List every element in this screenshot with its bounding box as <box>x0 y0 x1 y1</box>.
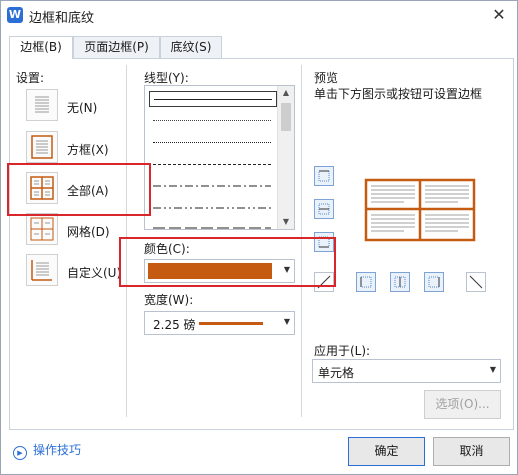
custom-border-icon[interactable] <box>26 254 58 286</box>
line-style-heading: 线型(Y): <box>144 71 189 85</box>
line-style-item[interactable] <box>149 201 275 215</box>
chevron-down-icon: ▼ <box>283 317 290 326</box>
chevron-down-icon: ▼ <box>489 365 496 374</box>
line-style-item[interactable] <box>149 135 275 149</box>
preset-box-label[interactable]: 方框(X) <box>67 141 109 158</box>
settings-heading: 设置: <box>16 71 45 85</box>
options-button[interactable]: 选项(O)... <box>424 390 501 419</box>
line-style-item[interactable] <box>149 91 277 107</box>
tab-borders[interactable]: 边框(B) <box>9 36 73 59</box>
preview-hint: 单击下方图示或按钮可设置边框 <box>314 87 483 101</box>
preview-table[interactable] <box>364 178 476 242</box>
title-bar: W 边框和底纹 ✕ <box>1 1 517 31</box>
bottom-border-button[interactable] <box>314 232 334 252</box>
cancel-button[interactable]: 取消 <box>433 437 510 466</box>
line-list-scrollbar[interactable]: ▲ ▼ <box>277 86 294 229</box>
preset-custom-label[interactable]: 自定义(U) <box>67 264 121 281</box>
no-border-icon[interactable] <box>26 89 58 121</box>
width-dropdown[interactable]: 2.25 磅 ▼ <box>144 311 295 335</box>
preset-all-label[interactable]: 全部(A) <box>67 182 109 199</box>
chevron-down-icon: ▼ <box>283 265 290 274</box>
box-border-icon[interactable] <box>26 131 58 163</box>
separator <box>126 65 127 417</box>
width-sample-line <box>199 322 263 325</box>
line-style-item[interactable] <box>149 113 275 127</box>
top-border-button[interactable] <box>314 166 334 186</box>
scroll-thumb[interactable] <box>281 103 291 131</box>
ok-button[interactable]: 确定 <box>348 437 425 466</box>
left-border-button[interactable] <box>356 272 376 292</box>
line-style-item[interactable] <box>149 179 275 193</box>
line-style-item[interactable] <box>149 221 275 229</box>
apply-to-dropdown[interactable]: 单元格 ▼ <box>312 359 501 383</box>
dialog-title: 边框和底纹 <box>29 11 95 26</box>
color-swatch <box>148 263 272 279</box>
width-heading: 宽度(W): <box>144 293 194 307</box>
grid-border-icon[interactable] <box>26 213 58 245</box>
tips-label[interactable]: 操作技巧 <box>33 443 81 457</box>
apply-to-heading: 应用于(L): <box>314 344 371 358</box>
inside-vertical-border-button[interactable] <box>390 272 410 292</box>
line-style-list[interactable]: ▲ ▼ <box>144 85 295 230</box>
tips-link[interactable]: ▶ 操作技巧 <box>13 441 81 460</box>
play-icon: ▶ <box>13 446 27 460</box>
separator <box>301 65 302 417</box>
inside-horizontal-border-button[interactable] <box>314 199 334 219</box>
wps-writer-icon: W <box>7 7 23 23</box>
tab-shading[interactable]: 底纹(S) <box>160 36 222 58</box>
tab-page-border[interactable]: 页面边框(P) <box>73 36 160 58</box>
line-style-item[interactable] <box>149 157 275 171</box>
close-icon[interactable]: ✕ <box>489 5 509 25</box>
scroll-up-icon[interactable]: ▲ <box>278 86 294 100</box>
apply-to-value: 单元格 <box>318 366 355 380</box>
diagonal-up-border-button[interactable] <box>314 272 334 292</box>
preset-none-label[interactable]: 无(N) <box>67 99 97 116</box>
all-borders-icon[interactable] <box>26 172 58 204</box>
color-heading: 颜色(C): <box>144 242 190 256</box>
color-dropdown[interactable]: ▼ <box>144 259 295 283</box>
borders-shading-dialog: W 边框和底纹 ✕ 边框(B) 页面边框(P) 底纹(S) 设置: 无(N) 方… <box>0 0 518 475</box>
diagonal-down-border-button[interactable] <box>466 272 486 292</box>
width-value: 2.25 磅 <box>153 318 196 332</box>
preset-grid-label[interactable]: 网格(D) <box>67 223 110 240</box>
right-border-button[interactable] <box>424 272 444 292</box>
scroll-down-icon[interactable]: ▼ <box>278 215 294 229</box>
preview-heading: 预览 <box>314 71 339 85</box>
